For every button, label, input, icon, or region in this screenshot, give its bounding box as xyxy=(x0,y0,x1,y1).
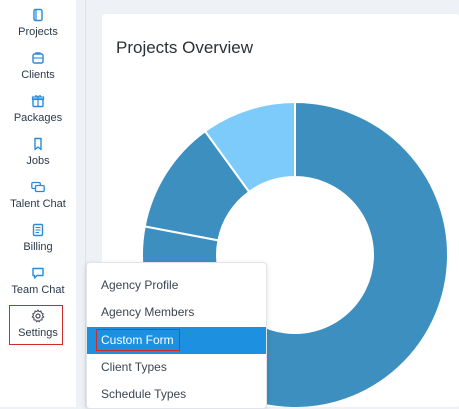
menu-item-custom-form[interactable]: Custom Form xyxy=(87,327,266,354)
settings-dropdown-menu: Agency Profile Agency Members Custom For… xyxy=(86,262,267,409)
menu-item-client-types[interactable]: Client Types xyxy=(87,354,266,381)
menu-item-agency-profile[interactable]: Agency Profile xyxy=(87,272,266,299)
menu-item-label: Agency Members xyxy=(101,305,195,319)
menu-item-label: Custom Form xyxy=(101,333,174,347)
menu-item-label: Schedule Types xyxy=(101,387,187,401)
menu-item-agency-members[interactable]: Agency Members xyxy=(87,299,266,326)
menu-item-schedule-types[interactable]: Schedule Types xyxy=(87,381,266,408)
menu-item-label: Client Types xyxy=(101,360,167,374)
menu-item-label: Agency Profile xyxy=(101,278,179,292)
